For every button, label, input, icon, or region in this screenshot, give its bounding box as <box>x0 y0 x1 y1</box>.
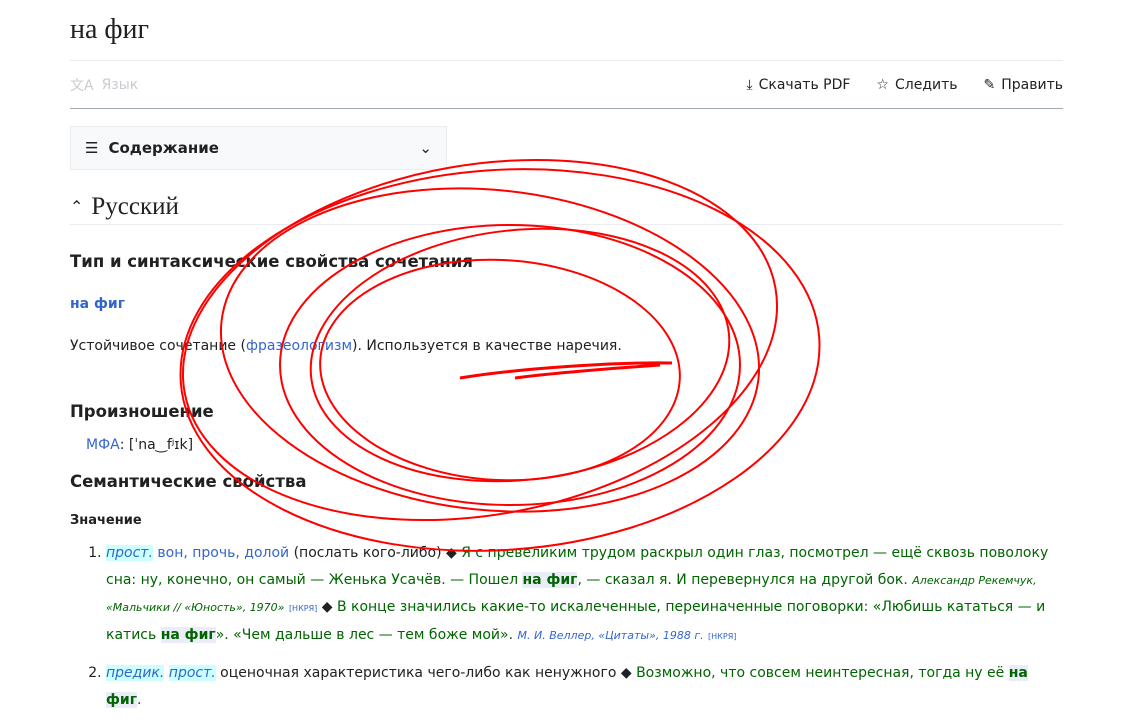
meaning-heading: Значение <box>70 513 142 528</box>
page-title: на фиг <box>70 14 150 45</box>
phraseologism-link[interactable]: фразеологизм <box>246 338 352 354</box>
scribble-stroke <box>459 361 673 380</box>
syntax-heading: Тип и синтаксические свойства сочетания <box>70 252 473 271</box>
ipa-link[interactable]: МФА <box>86 437 120 453</box>
meaning-item: прост. вон, прочь, долой (послать кого-л… <box>106 540 1065 650</box>
download-pdf-button[interactable]: ⤓ Скачать PDF <box>746 77 850 93</box>
synonyms-links[interactable]: вон, прочь, долой <box>157 545 289 561</box>
semantic-heading: Семантические свойства <box>70 472 307 491</box>
language-button[interactable]: 文A Язык <box>70 75 138 95</box>
tag[interactable]: прост. <box>168 665 216 681</box>
tag[interactable]: предик. <box>106 665 165 681</box>
meanings-list: прост. вон, прочь, долой (послать кого-л… <box>90 540 1065 724</box>
list-icon: ☰ <box>85 139 99 157</box>
translate-icon: 文A <box>70 77 94 94</box>
nkrya-link[interactable]: [НКРЯ] <box>289 604 317 613</box>
chevron-up-icon: ⌃ <box>70 199 84 216</box>
toc-toggle[interactable]: ☰ Содержание ⌄ <box>70 126 447 170</box>
syntax-description: Устойчивое сочетание (фразеологизм). Исп… <box>70 338 622 354</box>
star-icon: ☆ <box>876 76 889 93</box>
nkrya-link[interactable]: [НКРЯ] <box>708 632 736 641</box>
edit-lock-icon: ✎ <box>983 76 996 93</box>
ipa: МФА: [ˈna‿fʲɪk] <box>86 437 194 453</box>
page-toolbar: 文A Язык ⤓ Скачать PDF ☆ Следить ✎ Править <box>70 60 1063 109</box>
chevron-down-icon: ⌄ <box>419 139 432 157</box>
section-russian[interactable]: ⌃ Русский <box>70 190 1063 225</box>
watch-button[interactable]: ☆ Следить <box>876 77 957 93</box>
scribble-loop <box>319 258 681 482</box>
headword: на фиг <box>70 296 126 312</box>
meaning-item: предик. прост. оценочная характеристика … <box>106 660 1065 714</box>
download-icon: ⤓ <box>746 76 753 93</box>
tag[interactable]: прост. <box>106 545 153 561</box>
pronunciation-heading: Произношение <box>70 402 214 421</box>
edit-button[interactable]: ✎ Править <box>984 77 1063 93</box>
